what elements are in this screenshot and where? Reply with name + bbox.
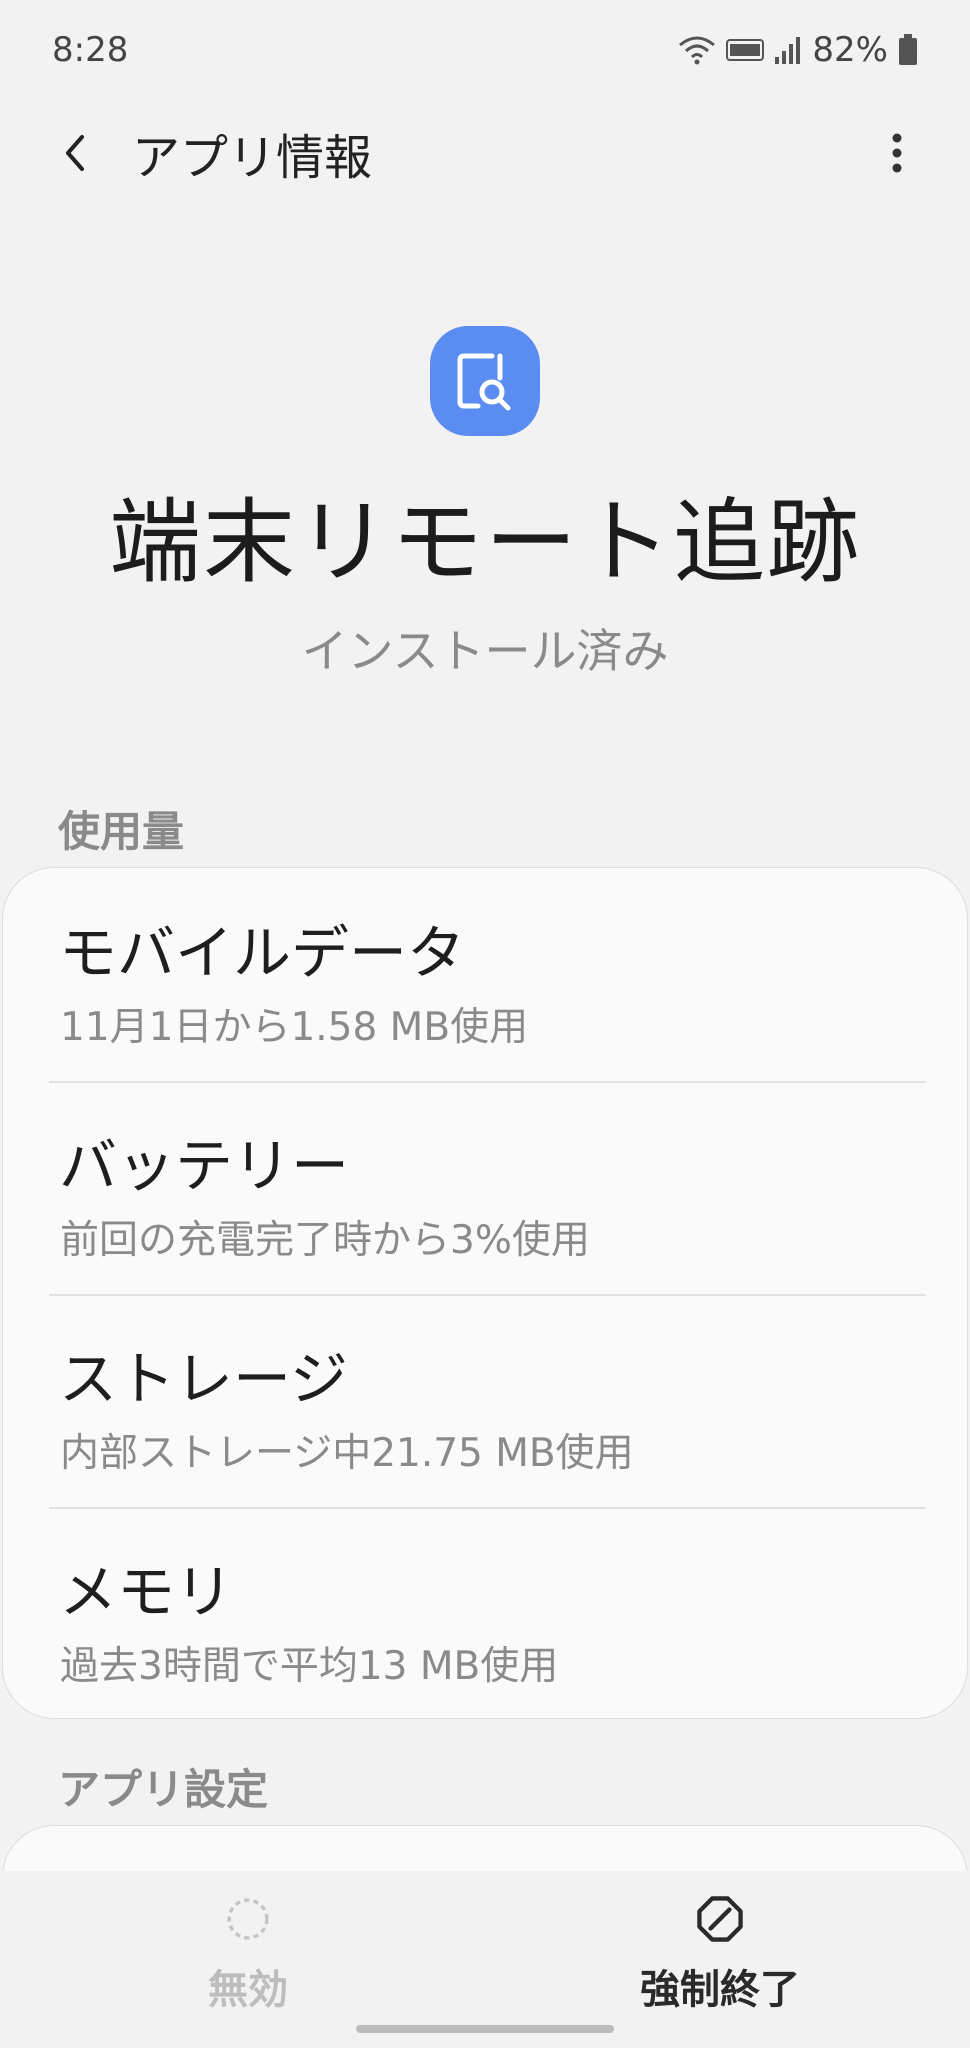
more-options-button[interactable] xyxy=(864,120,930,186)
force-stop-icon xyxy=(697,1896,743,1942)
force-stop-button[interactable]: 強制終了 xyxy=(570,1885,870,2015)
disable-button[interactable]: 無効 xyxy=(98,1885,398,2015)
bottom-action-bar: 無効 強制終了 xyxy=(0,1871,970,2048)
status-time: 8:28 xyxy=(52,30,129,70)
list-item-memory[interactable]: メモリ 過去3時間で平均13 MB使用 xyxy=(3,1507,969,1719)
usage-section-header: 使用量 xyxy=(58,807,185,856)
install-status: インストール済み xyxy=(301,624,669,678)
app-info-screen: 8:28 82% アプリ情報 端末リモート追跡 インストール済み 使用量 モバイ… xyxy=(0,0,970,2048)
disable-dashed-circle-icon xyxy=(227,1898,269,1940)
app-icon xyxy=(430,326,540,436)
page-title: アプリ情報 xyxy=(132,130,373,186)
app-bar: アプリ情報 xyxy=(0,100,970,200)
list-item-title: バッテリー xyxy=(59,1132,350,1200)
battery-percent: 82% xyxy=(812,30,888,70)
wifi-icon xyxy=(678,35,716,65)
list-item-subtitle: 過去3時間で平均13 MB使用 xyxy=(60,1644,559,1689)
list-item-title: メモリ xyxy=(59,1558,234,1626)
chevron-left-icon xyxy=(66,135,84,171)
disable-label: 無効 xyxy=(208,1967,288,2013)
find-device-icon xyxy=(457,353,511,411)
list-item-title: ストレージ xyxy=(59,1345,348,1413)
home-indicator[interactable] xyxy=(356,2025,614,2033)
more-vert-icon xyxy=(892,133,902,173)
list-item-storage[interactable]: ストレージ 内部ストレージ中21.75 MB使用 xyxy=(3,1294,969,1506)
list-item-battery[interactable]: バッテリー 前回の充電完了時から3%使用 xyxy=(3,1081,969,1293)
back-button[interactable] xyxy=(42,120,108,186)
volte-icon xyxy=(726,39,765,61)
list-item-subtitle: 11月1日から1.58 MB使用 xyxy=(60,1005,529,1050)
list-item-title: モバイルデータ xyxy=(59,919,466,987)
status-icons: 82% xyxy=(678,28,918,72)
signal-icon xyxy=(774,35,802,65)
battery-icon xyxy=(898,34,918,66)
list-item-subtitle: 前回の充電完了時から3%使用 xyxy=(60,1218,590,1263)
status-bar: 8:28 82% xyxy=(0,0,970,100)
usage-card: モバイルデータ 11月1日から1.58 MB使用 バッテリー 前回の充電完了時か… xyxy=(2,867,968,1719)
app-settings-section-header: アプリ設定 xyxy=(58,1765,269,1814)
force-stop-label: 強制終了 xyxy=(640,1967,800,2013)
list-item-mobile-data[interactable]: モバイルデータ 11月1日から1.58 MB使用 xyxy=(3,868,969,1080)
app-name: 端末リモート追跡 xyxy=(108,489,861,596)
list-item-subtitle: 内部ストレージ中21.75 MB使用 xyxy=(60,1431,634,1476)
